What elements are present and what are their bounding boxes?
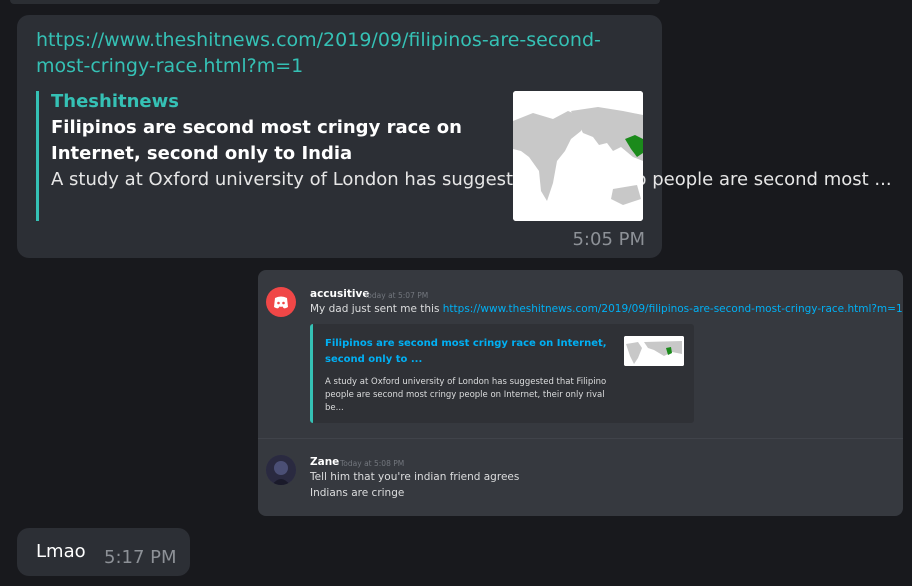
message-link[interactable]: https://www.theshitnews.com/2019/09/fili… xyxy=(36,27,646,79)
message-text: My dad just sent me this xyxy=(310,303,440,315)
embed-thumbnail-map-icon xyxy=(624,336,684,366)
zane-message-line1: Tell him that you're indian friend agree… xyxy=(310,471,520,483)
username-zane: Zane xyxy=(310,456,340,468)
zane-avatar xyxy=(266,455,296,485)
previous-message-edge xyxy=(10,0,660,4)
message-link[interactable]: https://www.theshitnews.com/2019/09/fili… xyxy=(443,303,903,315)
embed-description: A study at Oxford university of London h… xyxy=(325,377,607,413)
link-message-bubble[interactable]: https://www.theshitnews.com/2019/09/fili… xyxy=(17,15,892,258)
timestamp: Today at 5:07 PM xyxy=(364,291,429,300)
preview-title[interactable]: Filipinos are second most cringy race on… xyxy=(51,115,506,167)
reply-message-bubble[interactable]: Lmao 5:17 PM xyxy=(17,528,190,576)
username-accusitive: accusitive xyxy=(310,288,370,300)
link-preview[interactable]: Theshitnews Filipinos are second most cr… xyxy=(36,91,892,221)
message-divider xyxy=(258,438,903,439)
preview-thumbnail-world-map-icon[interactable] xyxy=(513,91,643,221)
preview-site-name: Theshitnews xyxy=(51,91,179,112)
discord-logo-avatar-icon xyxy=(266,287,296,317)
zane-message-line2: Indians are cringe xyxy=(310,487,405,499)
timestamp: Today at 5:08 PM xyxy=(340,459,405,468)
reply-text: Lmao xyxy=(36,541,86,562)
discord-screenshot-image[interactable]: accusitive Today at 5:07 PM My dad just … xyxy=(258,270,903,516)
embed-title: Filipinos are second most cringy race on… xyxy=(325,338,607,365)
preview-description: A study at Oxford university of London h… xyxy=(51,169,892,190)
message-time: 5:17 PM xyxy=(104,547,177,568)
discord-embed: Filipinos are second most cringy race on… xyxy=(310,324,694,423)
message-time: 5:05 PM xyxy=(572,229,645,250)
screenshot-message-text: My dad just sent me this https://www.the… xyxy=(310,303,903,315)
